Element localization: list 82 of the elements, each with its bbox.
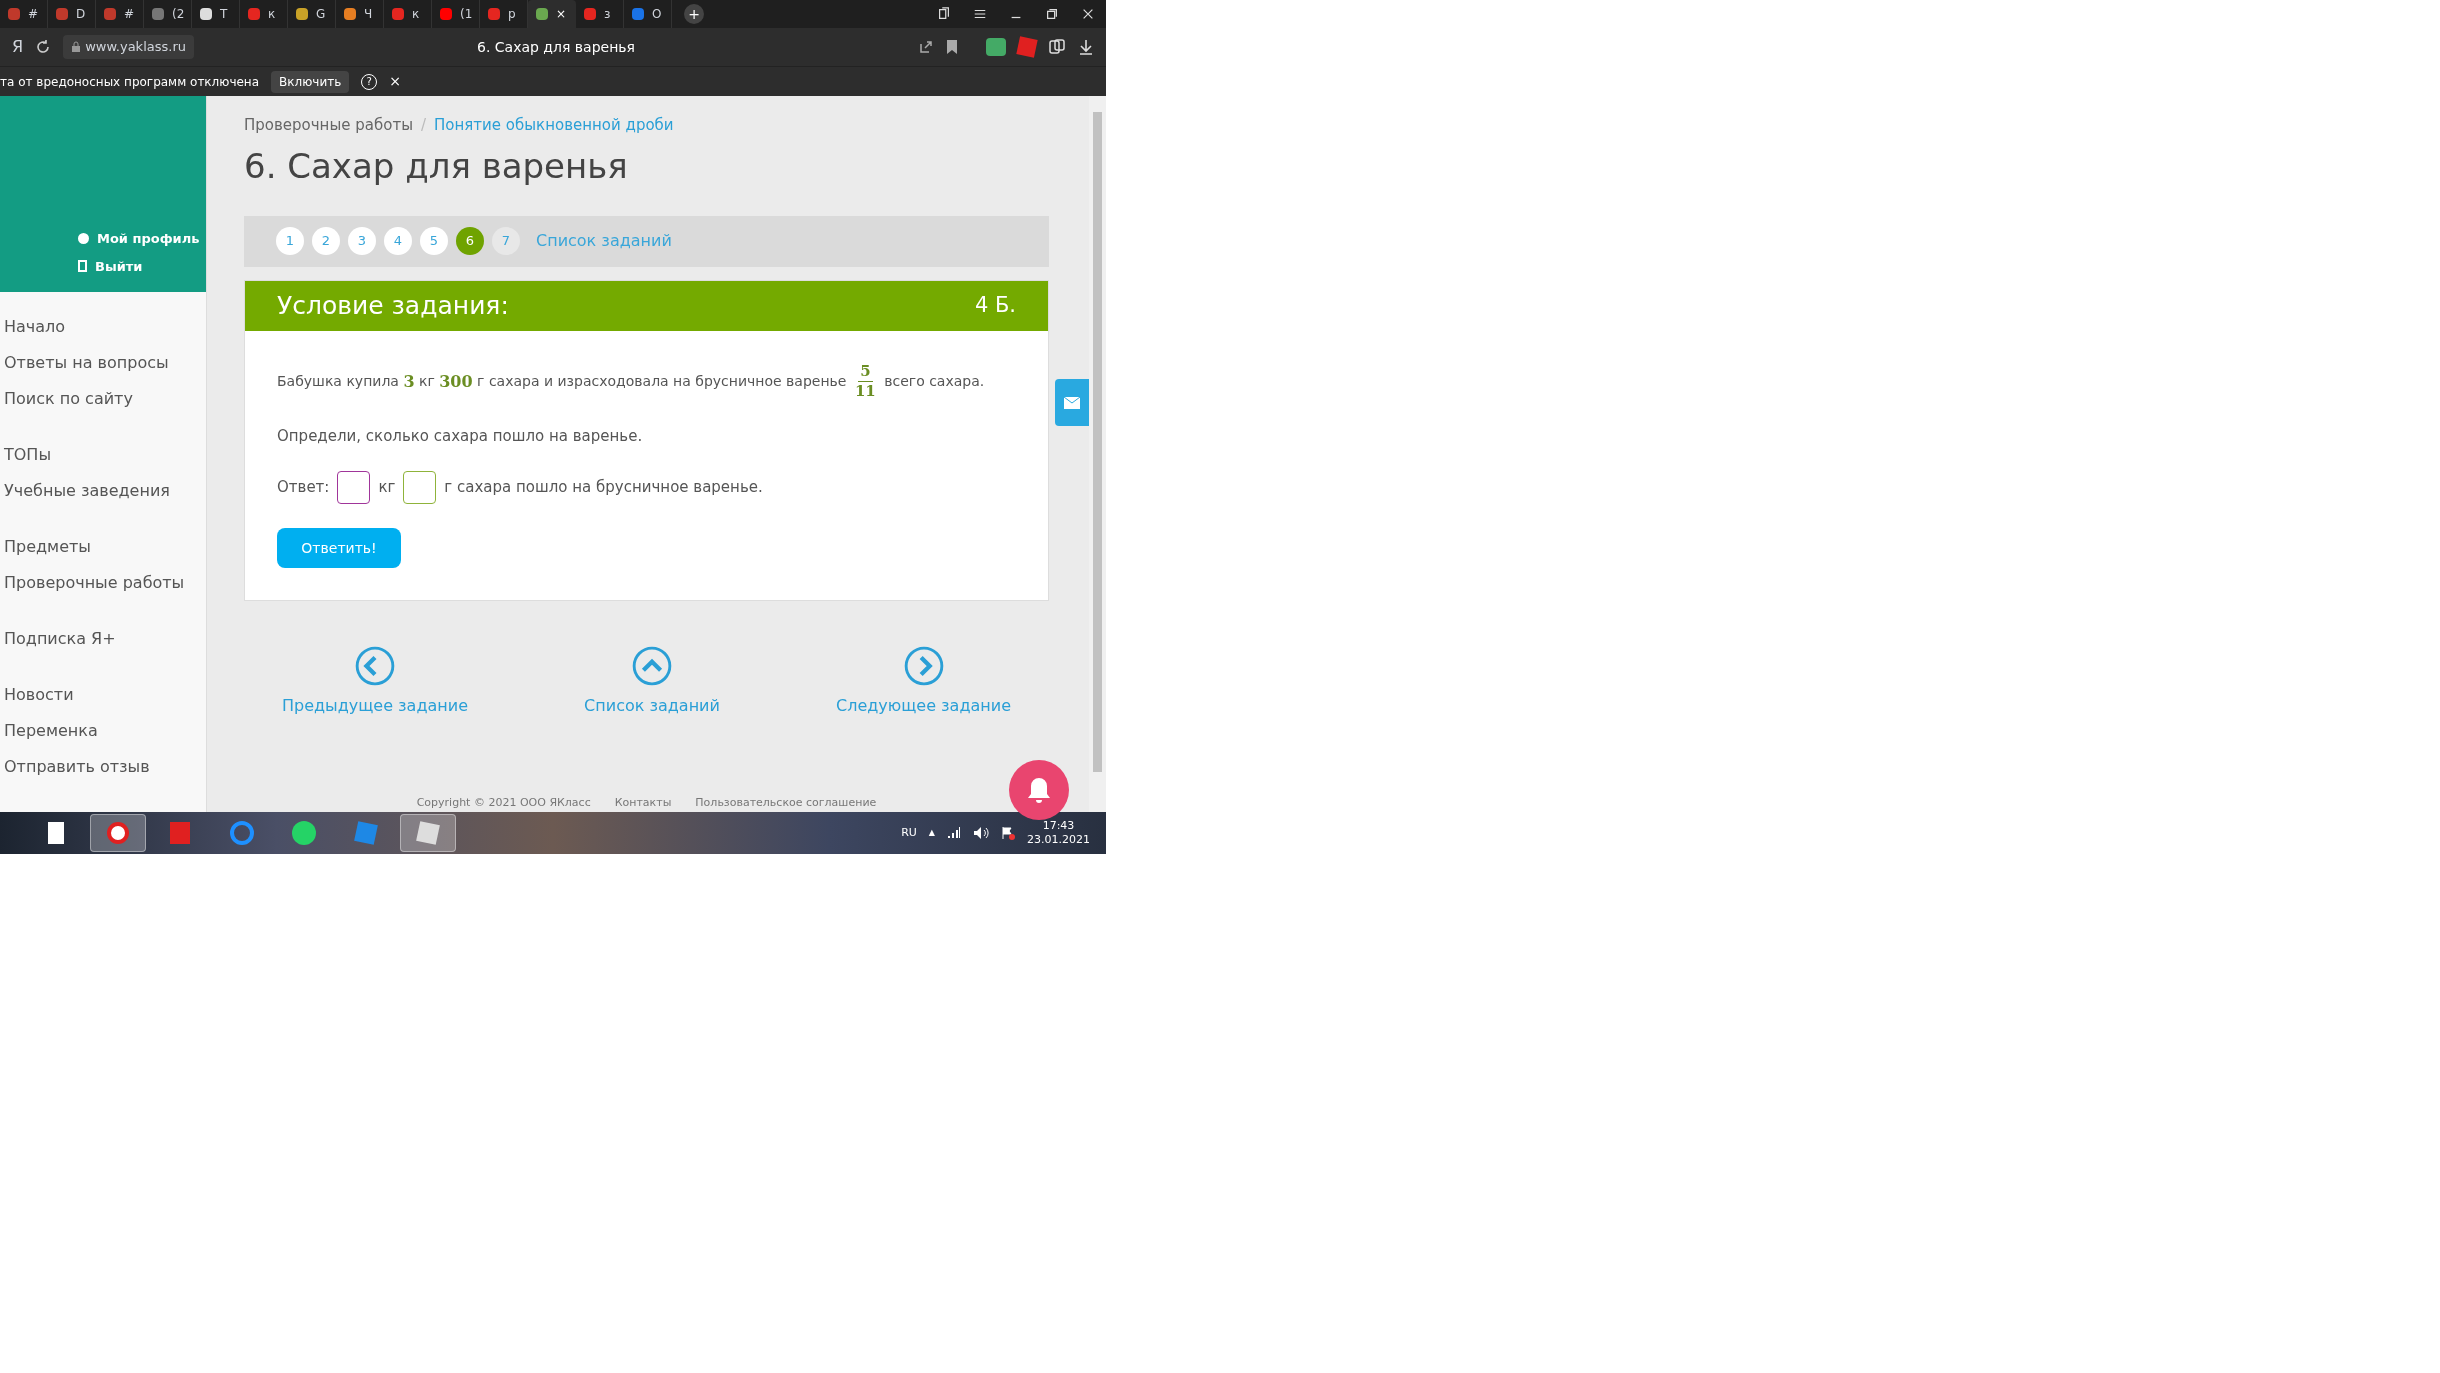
notification-button[interactable] — [1009, 760, 1069, 820]
close-icon[interactable] — [1081, 7, 1095, 21]
page-title: 6. Сахар для варенья — [477, 37, 635, 57]
tab-favicon-icon — [152, 8, 164, 20]
points: 4 Б. — [974, 291, 1016, 319]
page-heading: 6. Сахар для варенья — [244, 144, 629, 188]
answer-input[interactable] — [403, 471, 437, 504]
extension-icon[interactable] — [986, 38, 1006, 56]
tab-favicon-icon — [440, 8, 452, 20]
sidebar-link[interactable]: ТОПы — [4, 444, 206, 466]
sidebar-link[interactable]: Начало — [4, 316, 206, 338]
download-icon[interactable] — [1078, 39, 1094, 55]
tab-favicon-icon — [200, 8, 212, 20]
tab-list-icon[interactable] — [937, 7, 951, 21]
tray-arrow[interactable]: ▲ — [928, 827, 935, 839]
question-text: Определи, сколько сахара пошло на варенье. — [277, 425, 644, 447]
sidebar-link[interactable]: Ответы на вопросы — [4, 352, 206, 374]
mail-icon — [1064, 396, 1080, 409]
answer-text: г сахара пошло на брусничное варенье. — [444, 477, 763, 499]
breadcrumb-separator: / — [421, 115, 427, 136]
user-icon — [78, 233, 89, 245]
flag-icon[interactable] — [1001, 826, 1015, 840]
extension-icon[interactable] — [1016, 36, 1038, 58]
bookmark-icon[interactable] — [946, 39, 958, 55]
clock-time[interactable]: 17:43 — [1042, 819, 1075, 833]
chevron-left-icon — [355, 646, 395, 686]
tab-favicon-icon — [488, 8, 500, 20]
tab-favicon-icon — [8, 8, 20, 20]
sidebar-link[interactable]: Поиск по сайту — [4, 388, 206, 410]
tab-favicon-icon — [104, 8, 116, 20]
breadcrumb-link[interactable]: Проверочные работы — [244, 114, 413, 137]
chat-icon — [292, 821, 316, 845]
yandex-icon — [170, 822, 190, 844]
tab-favicon-icon — [344, 8, 356, 20]
speaker-icon[interactable] — [973, 826, 989, 840]
tab-favicon-icon — [296, 8, 308, 20]
browser-logo[interactable]: Я — [12, 35, 24, 59]
sidebar-link[interactable]: Проверочные работы — [4, 572, 206, 594]
browser-tab[interactable]: × — [528, 0, 576, 28]
clock-date[interactable]: 23.01.2021 — [1027, 833, 1090, 847]
answer-text: кг — [378, 477, 396, 499]
exit-icon — [78, 260, 87, 273]
sidebar-link[interactable]: Отправить отзыв — [4, 756, 206, 778]
new-tab-button[interactable]: + — [684, 4, 704, 24]
sidebar-link[interactable]: Подписка Я+ — [4, 628, 206, 650]
tilted-square-icon — [354, 821, 378, 845]
close-button[interactable]: × — [389, 71, 401, 92]
chevron-up-icon — [632, 646, 672, 686]
sidebar-link[interactable]: Новости — [4, 684, 206, 706]
reload-icon[interactable] — [35, 39, 52, 55]
tab-favicon-icon — [56, 8, 68, 20]
task-heading: Условие задания: — [277, 289, 509, 322]
browser-icon — [107, 822, 129, 844]
footer-link[interactable]: Контакты — [614, 794, 672, 811]
language-indicator[interactable]: RU — [901, 824, 917, 842]
menu-icon[interactable] — [973, 7, 987, 21]
tab-favicon-icon — [632, 8, 644, 20]
lock-icon — [71, 41, 82, 53]
footer-link[interactable]: Пользовательское соглашение — [695, 794, 877, 811]
tab-favicon-icon — [536, 8, 548, 20]
file-icon — [48, 822, 64, 844]
internet-explorer-icon — [230, 821, 254, 845]
enable-button[interactable]: Включить — [271, 70, 350, 93]
sidebar-link[interactable]: Переменка — [4, 720, 206, 742]
tab-favicon-icon — [584, 8, 596, 20]
tab-favicon-icon — [392, 8, 404, 20]
answer-label: Ответ: — [277, 477, 330, 499]
network-icon[interactable] — [947, 827, 961, 839]
sidebar-link[interactable]: Учебные заведения — [4, 480, 206, 502]
sidebar-link[interactable]: Предметы — [4, 536, 206, 558]
protection-notice: та от вредоносных программ отключена — [0, 73, 260, 91]
mail-button[interactable] — [1055, 379, 1089, 426]
restore-icon[interactable] — [1045, 7, 1059, 21]
square-icon — [416, 821, 440, 845]
collections-icon[interactable] — [1048, 38, 1066, 56]
answer-input[interactable] — [337, 471, 371, 504]
tab-favicon-icon — [248, 8, 260, 20]
chevron-right-icon — [903, 646, 944, 686]
copyright-text: Copyright © 2021 ООО ЯКласс — [416, 794, 591, 811]
address-field[interactable]: www.yaklass.ru — [63, 35, 194, 59]
share-icon[interactable] — [918, 39, 934, 55]
scrollbar[interactable] — [1089, 96, 1106, 812]
